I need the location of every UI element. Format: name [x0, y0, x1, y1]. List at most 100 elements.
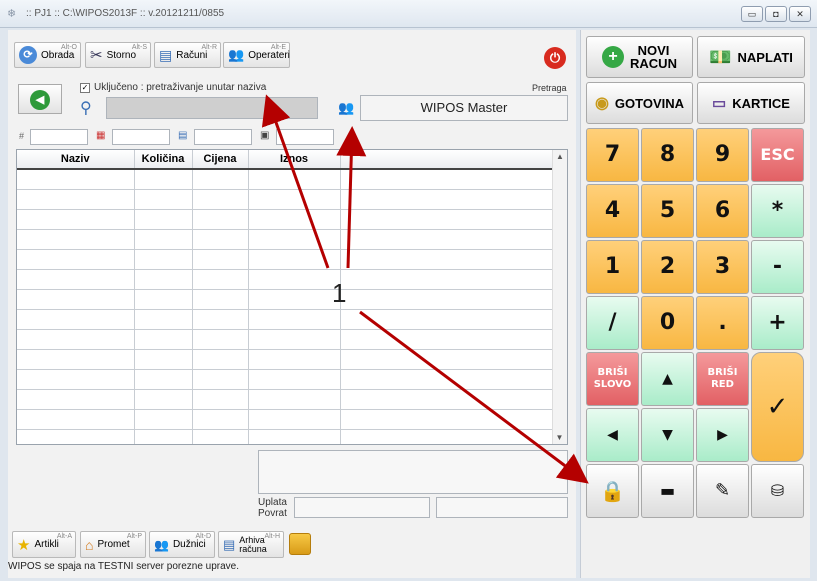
table-row[interactable] — [17, 389, 553, 410]
table-row[interactable] — [17, 209, 553, 230]
table-row[interactable] — [17, 329, 553, 350]
arrow-left-icon: ◀ — [30, 90, 50, 110]
gotovina-button[interactable]: ◉ GOTOVINA — [586, 82, 693, 124]
right-arrow-icon[interactable]: ▶ — [696, 408, 749, 462]
operator-name: WIPOS Master — [360, 95, 568, 121]
table-row[interactable] — [17, 169, 553, 190]
brisi-red-button[interactable]: BRIŠI RED — [696, 352, 749, 406]
down-arrow-icon[interactable]: ▼ — [641, 408, 694, 462]
key-1[interactable]: 1 — [586, 240, 639, 294]
key-2[interactable]: 2 — [641, 240, 694, 294]
key-divide[interactable]: / — [586, 296, 639, 350]
col-naziv[interactable]: Naziv — [17, 150, 135, 170]
document-field[interactable] — [194, 129, 252, 145]
key-minus[interactable]: - — [751, 240, 804, 294]
key-dot[interactable]: . — [696, 296, 749, 350]
table-cell — [192, 309, 249, 330]
col-kolicina[interactable]: Količina — [134, 150, 193, 170]
minimize-button[interactable]: ▭ — [741, 6, 763, 22]
racuni-button[interactable]: Alt-R ▤ Računi — [154, 42, 221, 68]
table-cell — [192, 229, 249, 250]
table-row[interactable] — [17, 249, 553, 270]
status-bar: WIPOS se spaja na TESTNI server porezne … — [8, 561, 240, 572]
arhiva-hotkey: Alt-H — [264, 533, 280, 540]
up-arrow-icon[interactable]: ▲ — [641, 352, 694, 406]
table-row[interactable] — [17, 429, 553, 444]
key-0[interactable]: 0 — [641, 296, 694, 350]
key-5[interactable]: 5 — [641, 184, 694, 238]
lock-icon[interactable]: 🔒 — [586, 464, 639, 518]
date-field[interactable] — [112, 129, 170, 145]
table-row[interactable] — [17, 289, 553, 310]
novi-racun-button[interactable]: + NOVI RACUN — [586, 36, 693, 78]
artikli-label: Artikli — [34, 539, 59, 550]
naplati-button[interactable]: 💵 NAPLATI — [697, 36, 805, 78]
table-cell — [17, 229, 135, 250]
table-cell — [17, 169, 135, 190]
terminal-field[interactable] — [276, 129, 334, 145]
col-iznos[interactable]: Iznos — [248, 150, 341, 170]
duznici-button[interactable]: Alt-D 👥 Dužnici — [149, 531, 215, 558]
search-icon: ⚲ — [80, 100, 92, 117]
uplata-field[interactable] — [294, 497, 430, 518]
col-cijena[interactable]: Cijena — [192, 150, 249, 170]
obrada-button[interactable]: Alt-O ⟳ Obrada — [14, 42, 81, 68]
operateri-label: Operateri — [248, 49, 290, 61]
drawer-icon[interactable]: ▬ — [641, 464, 694, 518]
table-row[interactable] — [17, 369, 553, 390]
operateri-button[interactable]: Alt-E 👥 Operateri — [223, 42, 290, 68]
table-cell — [17, 289, 135, 310]
obrada-label: Obrada — [41, 49, 75, 61]
pencil-icon[interactable]: ✎ — [696, 464, 749, 518]
table-cell — [248, 409, 341, 430]
close-button[interactable]: ✕ — [789, 6, 811, 22]
database-icon[interactable]: ⛁ — [751, 464, 804, 518]
table-cell — [340, 309, 553, 330]
table-cell — [340, 189, 553, 210]
key-4[interactable]: 4 — [586, 184, 639, 238]
search-input[interactable] — [106, 97, 318, 119]
brisi-slovo-button[interactable]: BRIŠI SLOVO — [586, 352, 639, 406]
table-cell — [17, 189, 135, 210]
racuni-label: Računi — [176, 49, 208, 61]
number-field[interactable] — [30, 129, 88, 145]
table-cell — [248, 389, 341, 410]
key-6[interactable]: 6 — [696, 184, 749, 238]
power-icon[interactable]: ⏻ — [544, 47, 566, 69]
table-cell — [17, 269, 135, 290]
key-3[interactable]: 3 — [696, 240, 749, 294]
key-8[interactable]: 8 — [641, 128, 694, 182]
arhiva-button[interactable]: Alt-H ▤ Arhiva računa — [218, 531, 284, 558]
scroll-up-icon[interactable]: ▲ — [553, 150, 567, 161]
racuni-hotkey: Alt-R — [201, 44, 217, 51]
archive-box-icon[interactable] — [289, 533, 311, 555]
maximize-button[interactable]: ◘ — [765, 6, 787, 22]
promet-button[interactable]: Alt-P ⌂ Promet — [80, 531, 146, 558]
table-row[interactable] — [17, 349, 553, 370]
table-cell — [192, 169, 249, 190]
scroll-down-icon[interactable]: ▼ — [553, 433, 566, 442]
search-checkbox[interactable]: ✓ — [80, 83, 90, 93]
storno-button[interactable]: Alt-S ✂ Storno — [85, 42, 151, 68]
table-row[interactable] — [17, 409, 553, 430]
table-row[interactable] — [17, 229, 553, 250]
key-plus[interactable]: + — [751, 296, 804, 350]
promet-label: Promet — [97, 539, 130, 550]
artikli-button[interactable]: Alt-A ★ Artikli — [12, 531, 76, 558]
table-row[interactable] — [17, 309, 553, 330]
key-7[interactable]: 7 — [586, 128, 639, 182]
table-scrollbar[interactable]: ▲ ▼ — [552, 150, 567, 444]
coins-icon: ◉ — [594, 95, 609, 112]
key-multiply[interactable]: * — [751, 184, 804, 238]
key-9[interactable]: 9 — [696, 128, 749, 182]
table-row[interactable] — [17, 269, 553, 290]
key-esc[interactable]: ESC — [751, 128, 804, 182]
table-row[interactable] — [17, 189, 553, 210]
kartice-button[interactable]: ▭ KARTICE — [697, 82, 805, 124]
users-icon: 👥 — [154, 537, 169, 552]
table-cell — [340, 269, 553, 290]
left-arrow-icon[interactable]: ◀ — [586, 408, 639, 462]
povrat-field[interactable] — [436, 497, 568, 518]
back-button[interactable]: ◀ — [18, 84, 62, 114]
confirm-button[interactable]: ✓ — [751, 352, 804, 462]
